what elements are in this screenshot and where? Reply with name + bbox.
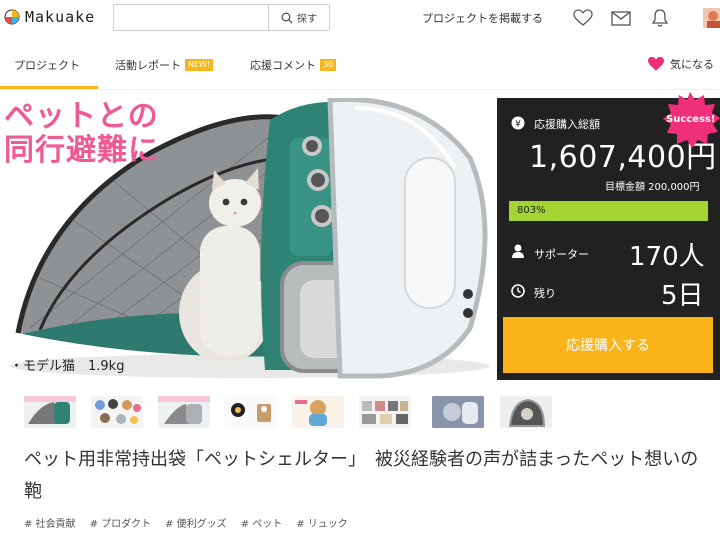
notifications-button[interactable] [649,7,671,29]
thumbnail-6[interactable] [359,396,411,428]
tag-product[interactable]: # プロダクト [90,515,152,530]
thumbnail-2[interactable] [91,396,143,428]
thumbnail-7[interactable] [432,396,484,428]
hero-title-line1: ペットとの [4,99,159,134]
thumbnail-3-image [158,396,210,424]
supporters-value: 170人 [629,242,705,272]
tag-pet[interactable]: # ペット [241,515,283,530]
thumbnail-1[interactable] [24,396,76,428]
thumbnail-5[interactable] [292,396,344,428]
progress-bar: 803% [509,201,708,221]
heart-filled-icon [648,56,664,71]
yen-coin-icon: ¥ [511,116,525,130]
bell-icon [651,9,669,27]
thumbnail-2-image [95,399,141,424]
active-tab-indicator [0,86,98,89]
success-badge: Success! [660,92,720,152]
makuake-logo[interactable]: Makuake [4,8,95,26]
project-title: ペット用非常持出袋「ペットシェルター」 被災経験者の声が詰まったペット想いの鞄 [24,449,699,502]
thumbnail-8[interactable] [500,396,552,428]
tab-project-label: プロジェクト [14,59,80,72]
search-icon [281,12,293,23]
logo-text: Makuake [25,8,96,26]
thumbnail-3[interactable] [158,396,210,428]
new-badge: NEW! [185,59,214,71]
hero-caption: ・モデル猫 1.9kg [10,359,125,374]
hero-title: ペットとの 同行避難に [4,100,159,168]
main-project-image[interactable]: ペットとの 同行避難に ・モデル猫 1.9kg [0,98,497,380]
tab-activity-report[interactable]: 活動レポート NEW! [115,57,214,73]
tab-activity-report-label: 活動レポート [115,59,181,72]
goal-amount: 目標金額 200,000円 [605,182,700,193]
tag-backpack[interactable]: # リュック [296,515,348,530]
success-badge-label: Success! [666,114,716,125]
heart-icon [573,9,593,26]
search-input[interactable] [114,5,268,30]
favorite-label: 気になる [670,58,714,71]
tag-social-contribution[interactable]: # 社会貢献 [24,515,76,530]
makuake-logo-mark-icon [4,9,20,25]
tab-support-comments[interactable]: 応援コメント 30 [250,57,337,73]
thumbnail-6-image [362,401,408,424]
comment-count-badge: 30 [320,59,337,71]
avatar-image [703,8,720,28]
support-purchase-button[interactable]: 応援購入する [503,317,713,373]
thumbnail-4[interactable] [225,396,277,428]
clock-icon [511,284,525,298]
search-button[interactable]: 探す [268,5,329,30]
post-project-link[interactable]: プロジェクトを掲載する [422,10,543,26]
search-button-label: 探す [297,14,317,25]
hero-title-line2: 同行避難に [4,133,159,168]
favorite-button[interactable]: 気になる [647,56,714,72]
tag-convenience-goods[interactable]: # 便利グッズ [165,515,227,530]
support-purchase-button-label: 応援購入する [566,338,650,354]
project-tabs: プロジェクト 活動レポート NEW! 応援コメント 30 気になる [0,36,720,90]
total-label: 応援購入総額 [534,118,600,131]
tab-project[interactable]: プロジェクト [14,57,80,73]
messages-button[interactable] [610,7,632,29]
favorites-button[interactable] [572,7,594,29]
thumbnail-4-image [231,403,271,422]
svg-text:¥: ¥ [515,120,521,130]
project-tags: # 社会貢献 # プロダクト # 便利グッズ # ペット # リュック [24,515,348,530]
thumbnail-7-image [432,396,484,428]
thumbnail-1-image [24,396,76,424]
site-header: Makuake 探す プロジェクトを掲載する [0,0,720,36]
remaining-value: 5日 [661,281,704,311]
progress-text: 803% [517,205,546,216]
image-thumbnails [0,396,720,430]
mail-icon [611,10,631,26]
thumbnail-8-image [508,398,546,427]
remaining-label: 残り [534,287,556,300]
supporter-icon [512,244,524,258]
tab-support-comments-label: 応援コメント [250,59,316,72]
avatar[interactable] [703,8,720,28]
search-box: 探す [113,4,330,31]
thumbnail-5-image [295,400,327,426]
supporters-label: サポーター [534,248,589,261]
